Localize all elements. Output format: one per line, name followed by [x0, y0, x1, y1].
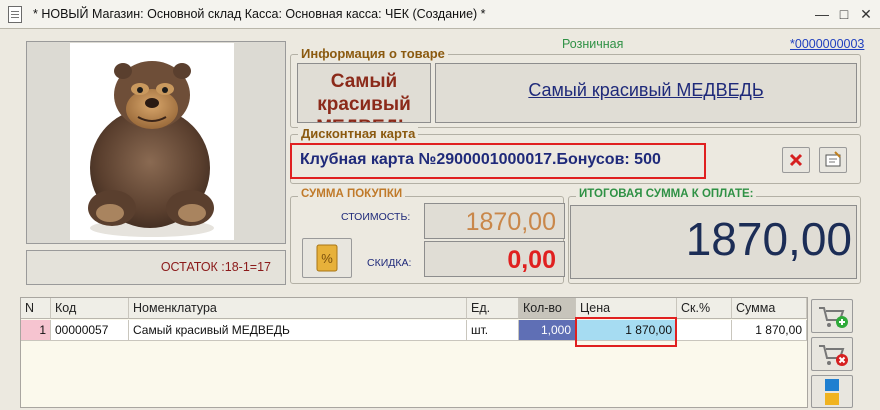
total-value: 1870,00	[685, 213, 852, 265]
product-name-box: Самый красивый МЕДВЕДЬ	[435, 63, 857, 123]
svg-text:%: %	[321, 251, 333, 266]
delete-card-icon	[789, 153, 803, 167]
purchase-title: СУММА ПОКУПКИ	[298, 188, 406, 200]
product-name-link[interactable]: Самый красивый МЕДВЕДЬ	[436, 80, 856, 101]
col-header-unit[interactable]: Ед.	[467, 298, 519, 319]
discount-label: СКИДКА:	[367, 257, 412, 269]
close-icon[interactable]: ✕	[856, 5, 876, 23]
col-header-code[interactable]: Код	[51, 298, 129, 319]
maximize-icon[interactable]: □	[834, 5, 854, 23]
stock-text: ОСТАТОК :18-1=17	[160, 260, 271, 274]
price-type-label: Розничная	[562, 37, 624, 51]
add-to-cart-button[interactable]	[811, 299, 853, 333]
cart-add-icon	[819, 307, 848, 328]
cell-sum[interactable]: 1 870,00	[732, 320, 807, 341]
col-header-price[interactable]: Цена	[576, 298, 677, 319]
window-title: * НОВЫЙ Магазин: Основной склад Касса: О…	[33, 7, 486, 21]
cell-n[interactable]: 1	[21, 320, 51, 341]
items-table[interactable]: N Код Номенклатура Ед. Кол-во Цена Ск.% …	[20, 297, 808, 408]
delete-card-button[interactable]	[782, 147, 810, 173]
price-highlight	[575, 317, 677, 347]
edit-card-icon	[825, 151, 841, 167]
col-header-sum[interactable]: Сумма	[732, 298, 807, 319]
total-title: ИТОГОВАЯ СУММА К ОПЛАТЕ:	[576, 188, 757, 200]
discount-field: 0,00	[424, 241, 565, 277]
cell-unit[interactable]: шт.	[467, 320, 519, 341]
product-info-title: Информация о товаре	[298, 46, 448, 61]
cost-field: 1870,00	[424, 203, 565, 239]
cell-qty[interactable]: 1,000	[519, 320, 576, 341]
discount-icon: %	[316, 244, 338, 272]
col-header-name[interactable]: Номенклатура	[129, 298, 467, 319]
col-header-qty[interactable]: Кол-во	[519, 298, 576, 319]
product-short-name: Самый красивый МЕДВЕДЬ	[316, 71, 412, 122]
cart-remove-icon	[819, 345, 848, 366]
discount-card-text: Клубная карта №2900001000017.Бонусов: 50…	[300, 151, 661, 168]
discount-value: 0,00	[507, 246, 556, 274]
cell-code[interactable]: 00000057	[51, 320, 129, 341]
stock-panel: ОСТАТОК :18-1=17	[26, 250, 286, 285]
document-icon	[8, 6, 22, 23]
blocks-icon	[825, 379, 839, 405]
title-bar: * НОВЫЙ Магазин: Основной склад Касса: О…	[0, 0, 880, 29]
discount-button[interactable]: %	[302, 238, 352, 278]
cost-label: СТОИМОСТЬ:	[341, 211, 411, 223]
minimize-icon[interactable]: —	[812, 5, 832, 23]
col-header-n[interactable]: N	[21, 298, 51, 319]
product-photo	[70, 43, 234, 240]
document-number-link[interactable]: *0000000003	[790, 37, 864, 51]
discount-card-box: Клубная карта №2900001000017.Бонусов: 50…	[290, 143, 706, 179]
remove-from-cart-button[interactable]	[811, 337, 853, 371]
product-short-name-box: Самый красивый МЕДВЕДЬ	[297, 63, 431, 123]
cell-name[interactable]: Самый красивый МЕДВЕДЬ	[129, 320, 467, 341]
total-field: 1870,00	[570, 205, 857, 279]
discount-card-title: Дисконтная карта	[298, 126, 419, 141]
col-header-discount[interactable]: Ск.%	[677, 298, 732, 319]
blocks-button[interactable]	[811, 375, 853, 408]
edit-card-button[interactable]	[819, 147, 847, 173]
cell-discount[interactable]	[677, 320, 732, 341]
cost-value: 1870,00	[465, 208, 556, 236]
